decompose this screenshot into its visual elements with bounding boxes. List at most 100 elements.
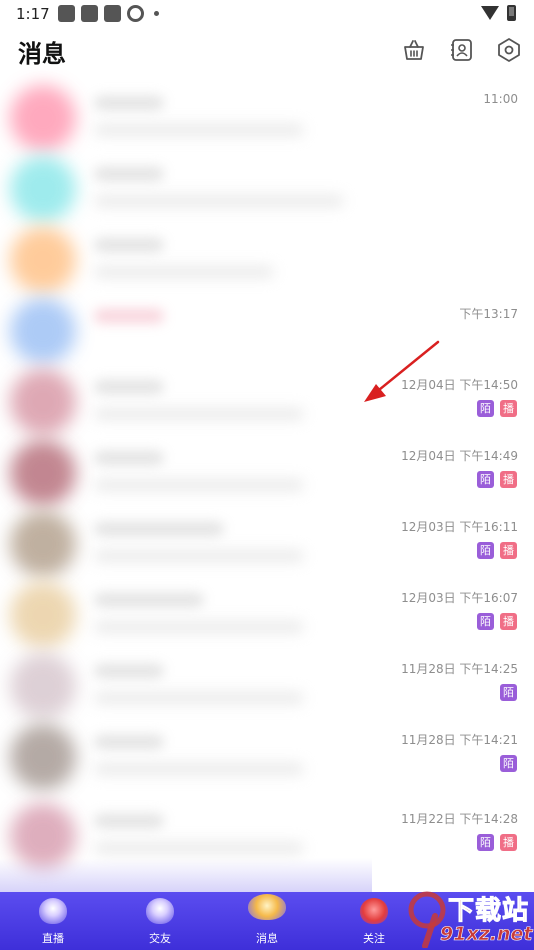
nav-label: 交友 xyxy=(149,932,171,945)
blurred-name xyxy=(94,522,224,536)
watermark-url: 91xz.net xyxy=(440,923,533,946)
message-time: 12月04日 下午14:49 xyxy=(401,449,518,463)
message-time: 12月03日 下午16:11 xyxy=(401,520,518,534)
contacts-button[interactable] xyxy=(449,37,475,63)
nav-item-friends[interactable]: 交友 xyxy=(130,892,190,950)
blurred-preview xyxy=(94,124,304,136)
live-tag: 播 xyxy=(500,400,517,417)
avatar xyxy=(10,511,76,577)
live-icon xyxy=(39,898,67,924)
avatar xyxy=(10,298,76,364)
avatar xyxy=(10,227,76,293)
nav-label: 直播 xyxy=(42,932,64,945)
message-item[interactable]: 12月04日 下午14:49 陌 播 xyxy=(0,437,534,508)
contacts-book-icon xyxy=(451,39,472,61)
message-time: 11月28日 下午14:21 xyxy=(401,733,518,747)
live-tag: 播 xyxy=(500,542,517,559)
blurred-name xyxy=(94,593,204,607)
aperture-icon xyxy=(127,5,144,22)
stranger-tag: 陌 xyxy=(477,834,494,851)
avatar xyxy=(10,440,76,506)
blurred-preview xyxy=(94,266,274,278)
hexagon-settings-icon xyxy=(498,38,520,62)
blurred-preview xyxy=(94,621,304,633)
watermark-text: 下载站 xyxy=(447,896,530,927)
blurred-name xyxy=(94,664,164,678)
message-tags: 陌 播 xyxy=(477,542,517,559)
settings-button[interactable] xyxy=(496,37,522,63)
message-item[interactable] xyxy=(0,224,534,295)
system-icons xyxy=(481,5,516,21)
stranger-tag: 陌 xyxy=(477,471,494,488)
blurred-name xyxy=(94,238,164,252)
blurred-name xyxy=(94,167,164,181)
basket-button[interactable] xyxy=(401,37,427,63)
avatar xyxy=(10,85,76,151)
message-item[interactable]: 12月03日 下午16:07 陌 播 xyxy=(0,579,534,650)
status-time: 1:17 xyxy=(16,5,50,23)
nav-item-follow[interactable]: 关注 xyxy=(344,892,404,950)
nav-label: 关注 xyxy=(363,932,385,945)
blurred-preview xyxy=(94,195,344,207)
stranger-tag: 陌 xyxy=(477,400,494,417)
message-time: 下午13:17 xyxy=(459,307,518,321)
follow-icon xyxy=(360,898,388,924)
stranger-tag: 陌 xyxy=(500,684,517,701)
message-time: 11:00 xyxy=(483,92,518,106)
live-tag: 播 xyxy=(500,834,517,851)
blurred-preview xyxy=(94,479,304,491)
top-bar: 消息 xyxy=(0,28,534,76)
nav-item-messages[interactable]: 消息 xyxy=(237,892,297,950)
notification-app-icon xyxy=(104,5,121,22)
message-tags: 陌 播 xyxy=(477,613,517,630)
blurred-preview xyxy=(94,692,304,704)
status-bar: 1:17 xyxy=(0,0,534,28)
live-tag: 播 xyxy=(500,613,517,630)
avatar xyxy=(10,653,76,719)
message-item[interactable]: 下午13:17 xyxy=(0,295,534,366)
avatar xyxy=(10,724,76,790)
basket-icon xyxy=(404,40,424,60)
blurred-name xyxy=(94,380,164,394)
message-tags: 陌 播 xyxy=(477,400,517,417)
blurred-preview xyxy=(94,842,304,854)
avatar xyxy=(10,582,76,648)
blurred-preview xyxy=(94,763,304,775)
blurred-name xyxy=(94,814,164,828)
blurred-preview xyxy=(94,408,304,420)
message-item[interactable]: 12月03日 下午16:11 陌 播 xyxy=(0,508,534,579)
friends-icon xyxy=(146,898,174,924)
live-tag: 播 xyxy=(500,471,517,488)
notification-app-icon xyxy=(58,5,75,22)
message-tags: 陌 xyxy=(500,684,517,701)
message-time: 11月28日 下午14:25 xyxy=(401,662,518,676)
avatar xyxy=(10,156,76,222)
messages-icon xyxy=(248,894,286,920)
annotation-arrow-icon xyxy=(364,340,440,402)
avatar xyxy=(10,369,76,435)
blurred-preview xyxy=(94,550,304,562)
battery-icon xyxy=(507,5,516,21)
message-time: 11月22日 下午14:28 xyxy=(401,812,518,826)
message-time: 12月03日 下午16:07 xyxy=(401,591,518,605)
message-tags: 陌 播 xyxy=(477,834,517,851)
message-item[interactable]: 11:00 xyxy=(0,82,534,153)
message-item[interactable] xyxy=(0,153,534,224)
message-item[interactable]: 11月28日 下午14:25 陌 xyxy=(0,650,534,721)
nav-label: 消息 xyxy=(256,932,278,945)
notification-icons xyxy=(58,5,159,22)
stranger-tag: 陌 xyxy=(477,613,494,630)
message-item[interactable]: 11月28日 下午14:21 陌 xyxy=(0,721,534,792)
nav-item-live[interactable]: 直播 xyxy=(23,892,83,950)
stranger-tag: 陌 xyxy=(500,755,517,772)
page-title: 消息 xyxy=(18,40,66,68)
wifi-icon xyxy=(481,6,499,20)
blurred-name xyxy=(94,309,164,323)
message-tags: 陌 xyxy=(500,755,517,772)
blurred-name xyxy=(94,451,164,465)
message-tags: 陌 播 xyxy=(477,471,517,488)
message-list: 11:00 下午13:17 12月04日 下午14:50 陌 播 12月04日 … xyxy=(0,82,534,898)
notification-app-icon xyxy=(81,5,98,22)
more-notifications-dot-icon xyxy=(154,11,159,16)
message-item[interactable]: 12月04日 下午14:50 陌 播 xyxy=(0,366,534,437)
